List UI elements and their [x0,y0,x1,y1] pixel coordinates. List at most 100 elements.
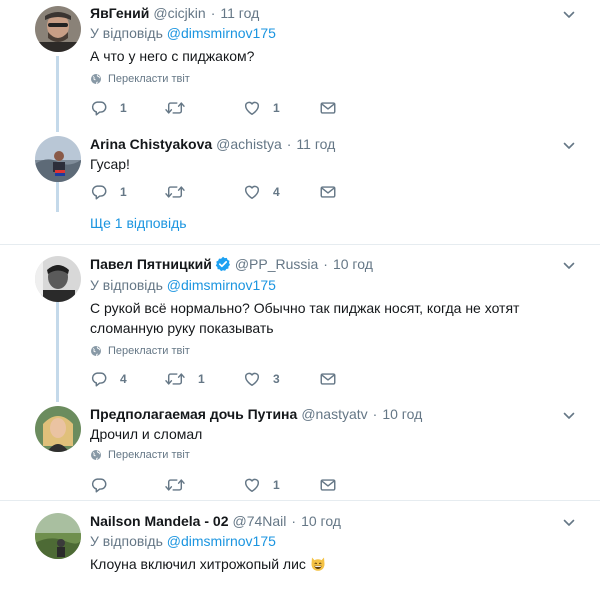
tweet-3[interactable]: Павел Пятницкий @PP_Russia · 10 год У ві… [0,245,600,400]
dm-button[interactable] [319,98,337,118]
dm-button[interactable] [319,369,337,389]
dm-icon [319,370,337,388]
reply-button[interactable] [90,475,108,495]
chevron-down-icon[interactable] [562,259,576,273]
reply-icon [90,476,108,494]
globe-icon [90,449,102,461]
timestamp[interactable]: 10 год [333,256,373,272]
author-name[interactable]: ЯвГений [90,5,149,21]
tweet-actions: 1 1 [90,98,350,118]
globe-icon [90,345,102,357]
reply-context: У відповідь @dimsmirnov175 [90,25,276,41]
tweet-1[interactable]: ЯвГений @cicjkin · 11 год У відповідь @d… [0,0,600,130]
reply-context: У відповідь @dimsmirnov175 [90,533,276,549]
chevron-down-icon[interactable] [562,8,576,22]
like-icon [243,476,261,494]
tweet-text: Дрочил и сломал [90,426,203,442]
translate-link[interactable]: Перекласти твіт [90,449,190,461]
verified-badge-icon [215,256,230,272]
author-name[interactable]: Павел Пятницкий [90,256,212,272]
author-handle[interactable]: @74Nail [232,513,286,529]
separator-dot: · [210,5,216,21]
reply-button[interactable]: 1 [90,98,127,118]
tweet-text-container: Клоуна включил хитрожопый лис [90,554,570,574]
author-handle[interactable]: @achistya [216,136,282,152]
thread-line [56,302,59,402]
thread-line [56,56,59,132]
reply-icon [90,370,108,388]
like-count: 1 [273,478,280,492]
reply-prefix: У відповідь [90,277,163,293]
avatar[interactable] [35,256,81,302]
avatar[interactable] [35,136,81,182]
reply-button[interactable]: 4 [90,369,127,389]
chevron-down-icon[interactable] [562,516,576,530]
tweet-text: Клоуна включил хитрожопый лис [90,556,306,572]
dm-button[interactable] [319,182,337,202]
retweet-icon [164,370,186,388]
tweet-4[interactable]: Предполагаемая дочь Путина @nastyatv · 1… [0,400,600,500]
dm-button[interactable] [319,475,337,495]
like-count: 3 [273,372,280,386]
grinning-cat-emoji [311,557,325,571]
tweet-header: Arina Chistyakova @achistya · 11 год [90,135,335,153]
like-icon [243,183,261,201]
avatar[interactable] [35,6,81,52]
like-button[interactable]: 3 [243,369,280,389]
separator-dot: · [372,406,378,422]
timestamp[interactable]: 11 год [220,5,259,21]
avatar[interactable] [35,513,81,559]
author-name[interactable]: Предполагаемая дочь Путина [90,406,297,422]
author-handle[interactable]: @cicjkin [153,5,205,21]
tweet-5[interactable]: Nailson Mandela - 02 @74Nail · 10 год У … [0,501,600,609]
retweet-button[interactable] [164,475,186,495]
tweet-header: Предполагаемая дочь Путина @nastyatv · 1… [90,405,422,423]
chevron-down-icon[interactable] [562,409,576,423]
avatar[interactable] [35,406,81,452]
author-handle[interactable]: @PP_Russia [235,256,318,272]
like-button[interactable]: 4 [243,182,280,202]
like-icon [243,99,261,117]
retweet-icon [164,99,186,117]
tweet-text: С рукой всё нормально? Обычно так пиджак… [90,300,520,336]
like-count: 4 [273,185,280,199]
timestamp[interactable]: 10 год [382,406,422,422]
reply-button[interactable]: 1 [90,182,127,202]
reply-icon [90,99,108,117]
reply-count: 1 [120,185,127,199]
retweet-icon [164,476,186,494]
reply-count: 4 [120,372,127,386]
tweet-text: Гусар! [90,156,130,172]
retweet-button[interactable] [164,182,186,202]
like-button[interactable]: 1 [243,98,280,118]
tweet-actions: 1 4 [90,182,350,202]
reply-prefix: У відповідь [90,25,163,41]
retweet-button[interactable] [164,98,186,118]
chevron-down-icon[interactable] [562,139,576,153]
thread-line [56,182,59,212]
timestamp[interactable]: 10 год [301,513,341,529]
reply-mention-link[interactable]: @dimsmirnov175 [167,533,276,549]
like-count: 1 [273,101,280,115]
show-more-replies-link[interactable]: Ще 1 відповідь [90,215,187,231]
separator-dot: · [323,256,328,272]
separator-dot: · [291,513,297,529]
like-button[interactable]: 1 [243,475,280,495]
translate-link[interactable]: Перекласти твіт [90,73,190,85]
author-handle[interactable]: @nastyatv [301,406,367,422]
reply-mention-link[interactable]: @dimsmirnov175 [167,25,276,41]
retweet-button[interactable]: 1 [164,369,205,389]
reply-mention-link[interactable]: @dimsmirnov175 [167,277,276,293]
like-icon [243,370,261,388]
timestamp[interactable]: 11 год [296,136,335,152]
tweet-actions: 4 1 3 [90,369,350,389]
separator-dot: · [286,136,292,152]
reply-count: 1 [120,101,127,115]
author-name[interactable]: Nailson Mandela - 02 [90,513,228,529]
author-name[interactable]: Arina Chistyakova [90,136,212,152]
translate-label: Перекласти твіт [108,345,190,357]
tweet-2[interactable]: Arina Chistyakova @achistya · 11 год Гус… [0,130,600,245]
tweet-actions: 1 [90,475,350,495]
translate-link[interactable]: Перекласти твіт [90,345,190,357]
reply-icon [90,183,108,201]
